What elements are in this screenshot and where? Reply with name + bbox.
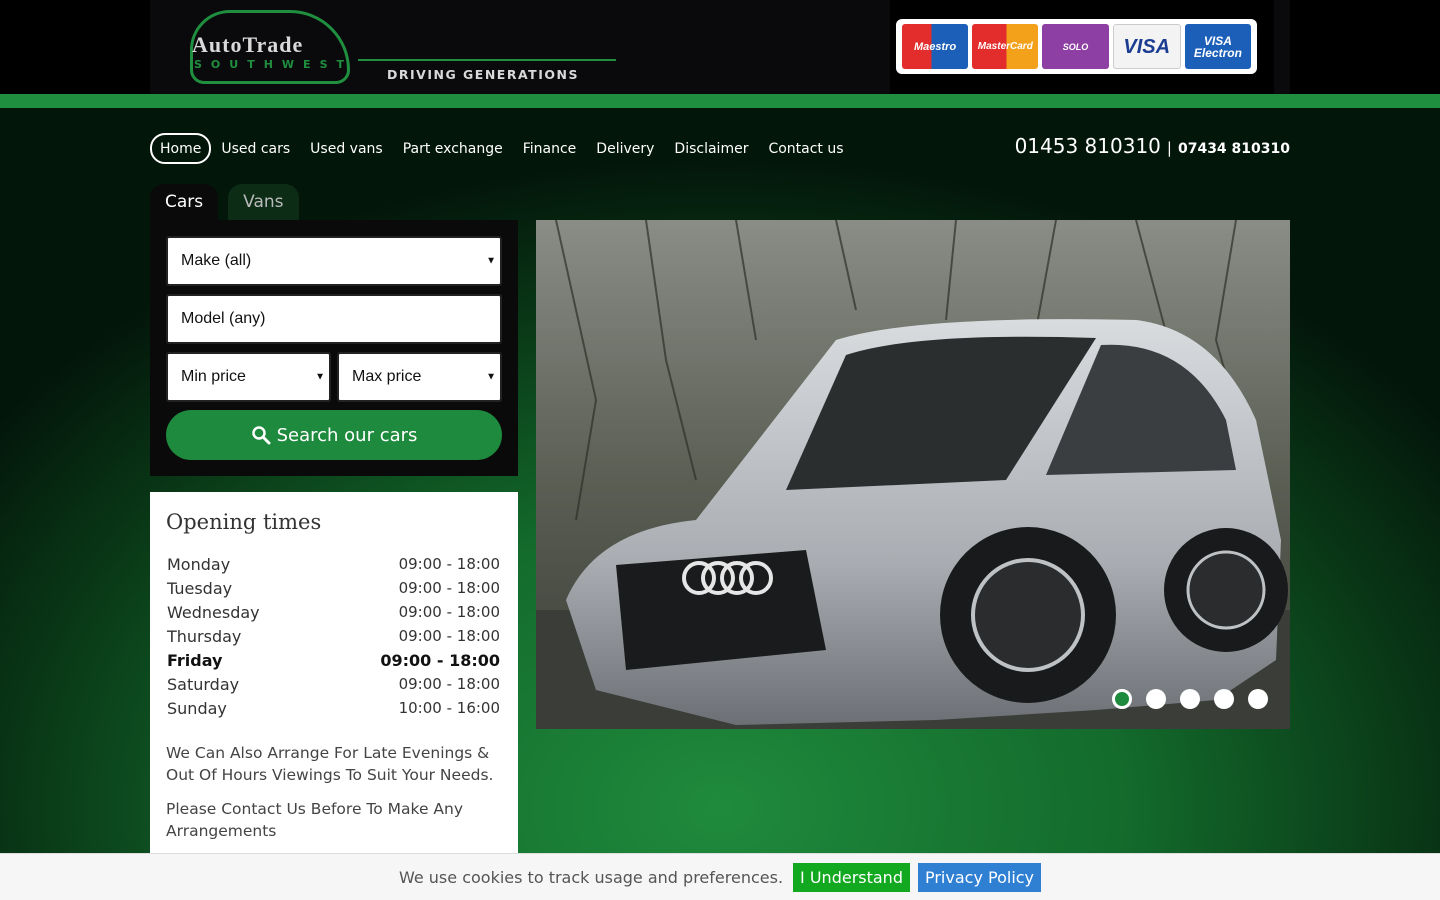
chevron-down-icon: ▼ bbox=[315, 371, 325, 383]
chevron-down-icon: ▼ bbox=[486, 255, 496, 267]
solo-card-icon: SOLO bbox=[1042, 24, 1109, 69]
hours-row: Monday 09:00 - 18:00 bbox=[167, 552, 500, 576]
make-select[interactable]: Make (all) ▼ bbox=[166, 236, 502, 286]
payment-cards-box: Maestro MasterCard SOLO VISA VISA Electr… bbox=[896, 19, 1257, 74]
hours-day: Thursday bbox=[167, 626, 242, 646]
model-select[interactable]: Model (any) bbox=[166, 294, 502, 344]
nav-contact-us[interactable]: Contact us bbox=[758, 133, 853, 164]
nav-delivery[interactable]: Delivery bbox=[586, 133, 664, 164]
hours-day: Sunday bbox=[167, 698, 227, 718]
slider-dot-4[interactable] bbox=[1214, 689, 1234, 709]
main-nav: Home Used cars Used vans Part exchange F… bbox=[150, 133, 854, 164]
car-photo bbox=[536, 220, 1290, 729]
hours-time: 09:00 - 18:00 bbox=[380, 650, 500, 670]
model-select-value: Model (any) bbox=[181, 310, 266, 327]
min-price-value: Min price bbox=[181, 368, 246, 385]
hours-day: Friday bbox=[167, 650, 223, 670]
slider-dot-1[interactable] bbox=[1112, 689, 1132, 709]
opening-times-panel: Opening times Monday 09:00 - 18:00 Tuesd… bbox=[150, 492, 518, 862]
search-icon bbox=[251, 426, 271, 445]
hours-time: 09:00 - 18:00 bbox=[398, 603, 500, 621]
chevron-down-icon: ▼ bbox=[486, 371, 496, 383]
phone-separator: | bbox=[1166, 139, 1172, 157]
hours-time: 09:00 - 18:00 bbox=[398, 579, 500, 597]
search-panel: Make (all) ▼ Model (any) Min price ▼ Max… bbox=[150, 220, 518, 476]
slider-dot-2[interactable] bbox=[1146, 689, 1166, 709]
hours-day: Tuesday bbox=[167, 578, 233, 598]
payment-cards: Maestro MasterCard SOLO VISA VISA Electr… bbox=[890, 0, 1274, 94]
search-cars-button[interactable]: Search our cars bbox=[166, 410, 502, 460]
hours-row: Sunday 10:00 - 16:00 bbox=[167, 696, 500, 720]
hours-time: 09:00 - 18:00 bbox=[398, 627, 500, 645]
max-price-value: Max price bbox=[352, 368, 422, 385]
tab-cars[interactable]: Cars bbox=[150, 184, 219, 220]
cookie-accept-button[interactable]: I Understand bbox=[793, 862, 910, 892]
logo-name-top: AutoTrade bbox=[192, 32, 304, 57]
hours-time: 09:00 - 18:00 bbox=[398, 555, 500, 573]
hours-time: 09:00 - 18:00 bbox=[398, 675, 500, 693]
slider-dots bbox=[1112, 689, 1268, 709]
visa-electron-card-icon: VISA Electron bbox=[1184, 24, 1252, 69]
nav-used-vans[interactable]: Used vans bbox=[300, 133, 393, 164]
min-price-select[interactable]: Min price ▼ bbox=[166, 352, 331, 402]
opening-times-title: Opening times bbox=[166, 510, 322, 534]
nav-finance[interactable]: Finance bbox=[513, 133, 587, 164]
make-select-value: Make (all) bbox=[181, 252, 252, 269]
image-slider[interactable] bbox=[536, 220, 1290, 729]
header-stripe bbox=[0, 94, 1440, 108]
visa-card-icon: VISA bbox=[1112, 24, 1181, 69]
hours-row: Wednesday 09:00 - 18:00 bbox=[167, 600, 500, 624]
search-tabs: Cars Vans bbox=[150, 184, 299, 220]
logo-divider bbox=[358, 59, 616, 61]
mastercard-card-icon: MasterCard bbox=[972, 24, 1039, 69]
max-price-select[interactable]: Max price ▼ bbox=[337, 352, 502, 402]
slider-dot-5[interactable] bbox=[1248, 689, 1268, 709]
slider-dot-3[interactable] bbox=[1180, 689, 1200, 709]
hours-note-late: We Can Also Arrange For Late Evenings & … bbox=[166, 744, 494, 784]
nav-disclaimer[interactable]: Disclaimer bbox=[664, 133, 758, 164]
hours-time: 10:00 - 16:00 bbox=[398, 699, 500, 717]
header: AutoTrade SOUTHWEST DRIVING GENERATIONS … bbox=[0, 0, 1440, 94]
nav-home[interactable]: Home bbox=[150, 133, 212, 164]
tab-vans[interactable]: Vans bbox=[228, 184, 299, 220]
hours-day: Monday bbox=[167, 554, 231, 574]
hours-day: Wednesday bbox=[167, 602, 260, 622]
hours-row: Thursday 09:00 - 18:00 bbox=[167, 624, 500, 648]
hours-row: Tuesday 09:00 - 18:00 bbox=[167, 576, 500, 600]
maestro-card-icon: Maestro bbox=[902, 24, 969, 69]
cookie-text: We use cookies to track usage and prefer… bbox=[398, 867, 784, 887]
hours-note-contact: Please Contact Us Before To Make Any Arr… bbox=[166, 800, 464, 840]
nav-part-exchange[interactable]: Part exchange bbox=[393, 133, 513, 164]
cookie-bar: We use cookies to track usage and prefer… bbox=[0, 853, 1440, 900]
phone-alt[interactable]: 07434 810310 bbox=[1178, 141, 1290, 157]
hours-row: Saturday 09:00 - 18:00 bbox=[167, 672, 500, 696]
hours-row-today: Friday 09:00 - 18:00 bbox=[167, 648, 500, 672]
privacy-policy-button[interactable]: Privacy Policy bbox=[917, 862, 1042, 892]
phone-numbers: 01453 810310 | 07434 810310 bbox=[1015, 134, 1290, 158]
site-logo[interactable]: AutoTrade SOUTHWEST DRIVING GENERATIONS bbox=[190, 8, 620, 88]
nav-used-cars[interactable]: Used cars bbox=[211, 133, 300, 164]
opening-times-table: Monday 09:00 - 18:00 Tuesday 09:00 - 18:… bbox=[167, 552, 500, 720]
search-button-label: Search our cars bbox=[276, 424, 418, 446]
logo-name-bottom: SOUTHWEST bbox=[194, 58, 353, 71]
phone-main[interactable]: 01453 810310 bbox=[1015, 134, 1161, 158]
hours-day: Saturday bbox=[167, 674, 240, 694]
logo-tagline: DRIVING GENERATIONS bbox=[387, 67, 579, 82]
